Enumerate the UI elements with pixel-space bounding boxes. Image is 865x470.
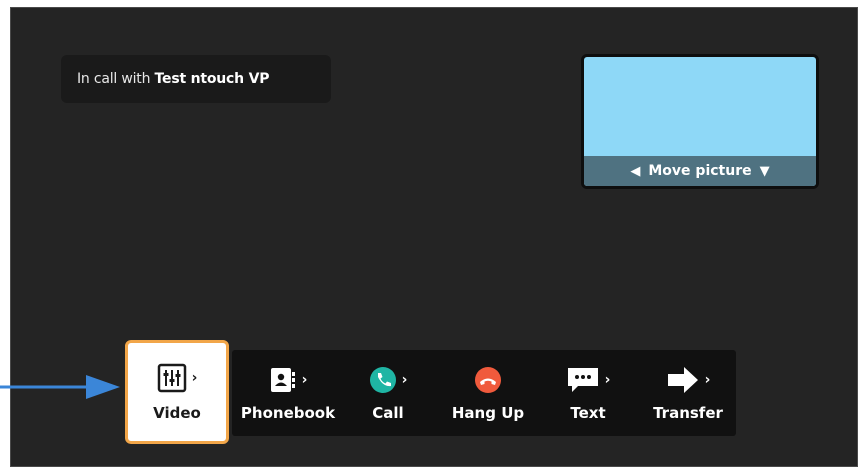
arrow-down-icon: ▼ bbox=[759, 163, 770, 179]
call-button[interactable]: › Call bbox=[338, 350, 438, 436]
chevron-right-icon: › bbox=[401, 372, 408, 388]
call-contact-name: Test ntouch VP bbox=[154, 71, 270, 87]
phonebook-label: Phonebook bbox=[240, 404, 336, 422]
phonebook-icon bbox=[270, 368, 295, 392]
call-status-banner: In call with Test ntouch VP bbox=[61, 55, 331, 103]
transfer-button[interactable]: › Transfer bbox=[638, 350, 738, 436]
move-picture-label: Move picture bbox=[648, 163, 752, 179]
phonebook-button[interactable]: › Phonebook bbox=[238, 350, 338, 436]
self-view-preview[interactable]: ◀ Move picture ▼ bbox=[581, 54, 819, 189]
move-picture-button[interactable]: ◀ Move picture ▼ bbox=[584, 156, 816, 186]
video-settings-icon bbox=[157, 363, 186, 393]
callout-arrow-icon bbox=[0, 375, 120, 399]
arrow-left-icon: ◀ bbox=[630, 163, 641, 179]
chat-icon bbox=[567, 368, 598, 392]
transfer-label: Transfer bbox=[653, 404, 723, 422]
text-button[interactable]: › Text bbox=[538, 350, 638, 436]
transfer-icon bbox=[667, 367, 698, 393]
call-label: Call bbox=[372, 404, 404, 422]
chevron-right-icon: › bbox=[191, 370, 198, 386]
chevron-right-icon: › bbox=[301, 372, 308, 388]
text-label: Text bbox=[570, 404, 606, 422]
video-settings-button[interactable]: › Video bbox=[125, 340, 229, 444]
chevron-right-icon: › bbox=[604, 372, 611, 388]
call-status-prefix: In call with bbox=[77, 71, 151, 87]
hang-up-label: Hang Up bbox=[451, 404, 525, 422]
hang-up-button[interactable]: Hang Up bbox=[438, 350, 538, 436]
video-label: Video bbox=[153, 404, 201, 422]
call-toolbar: › Phonebook › Call Hang Up › Text › Tran… bbox=[232, 350, 736, 436]
hang-up-icon bbox=[475, 367, 501, 393]
chevron-right-icon: › bbox=[704, 372, 711, 388]
phone-icon bbox=[369, 367, 396, 393]
